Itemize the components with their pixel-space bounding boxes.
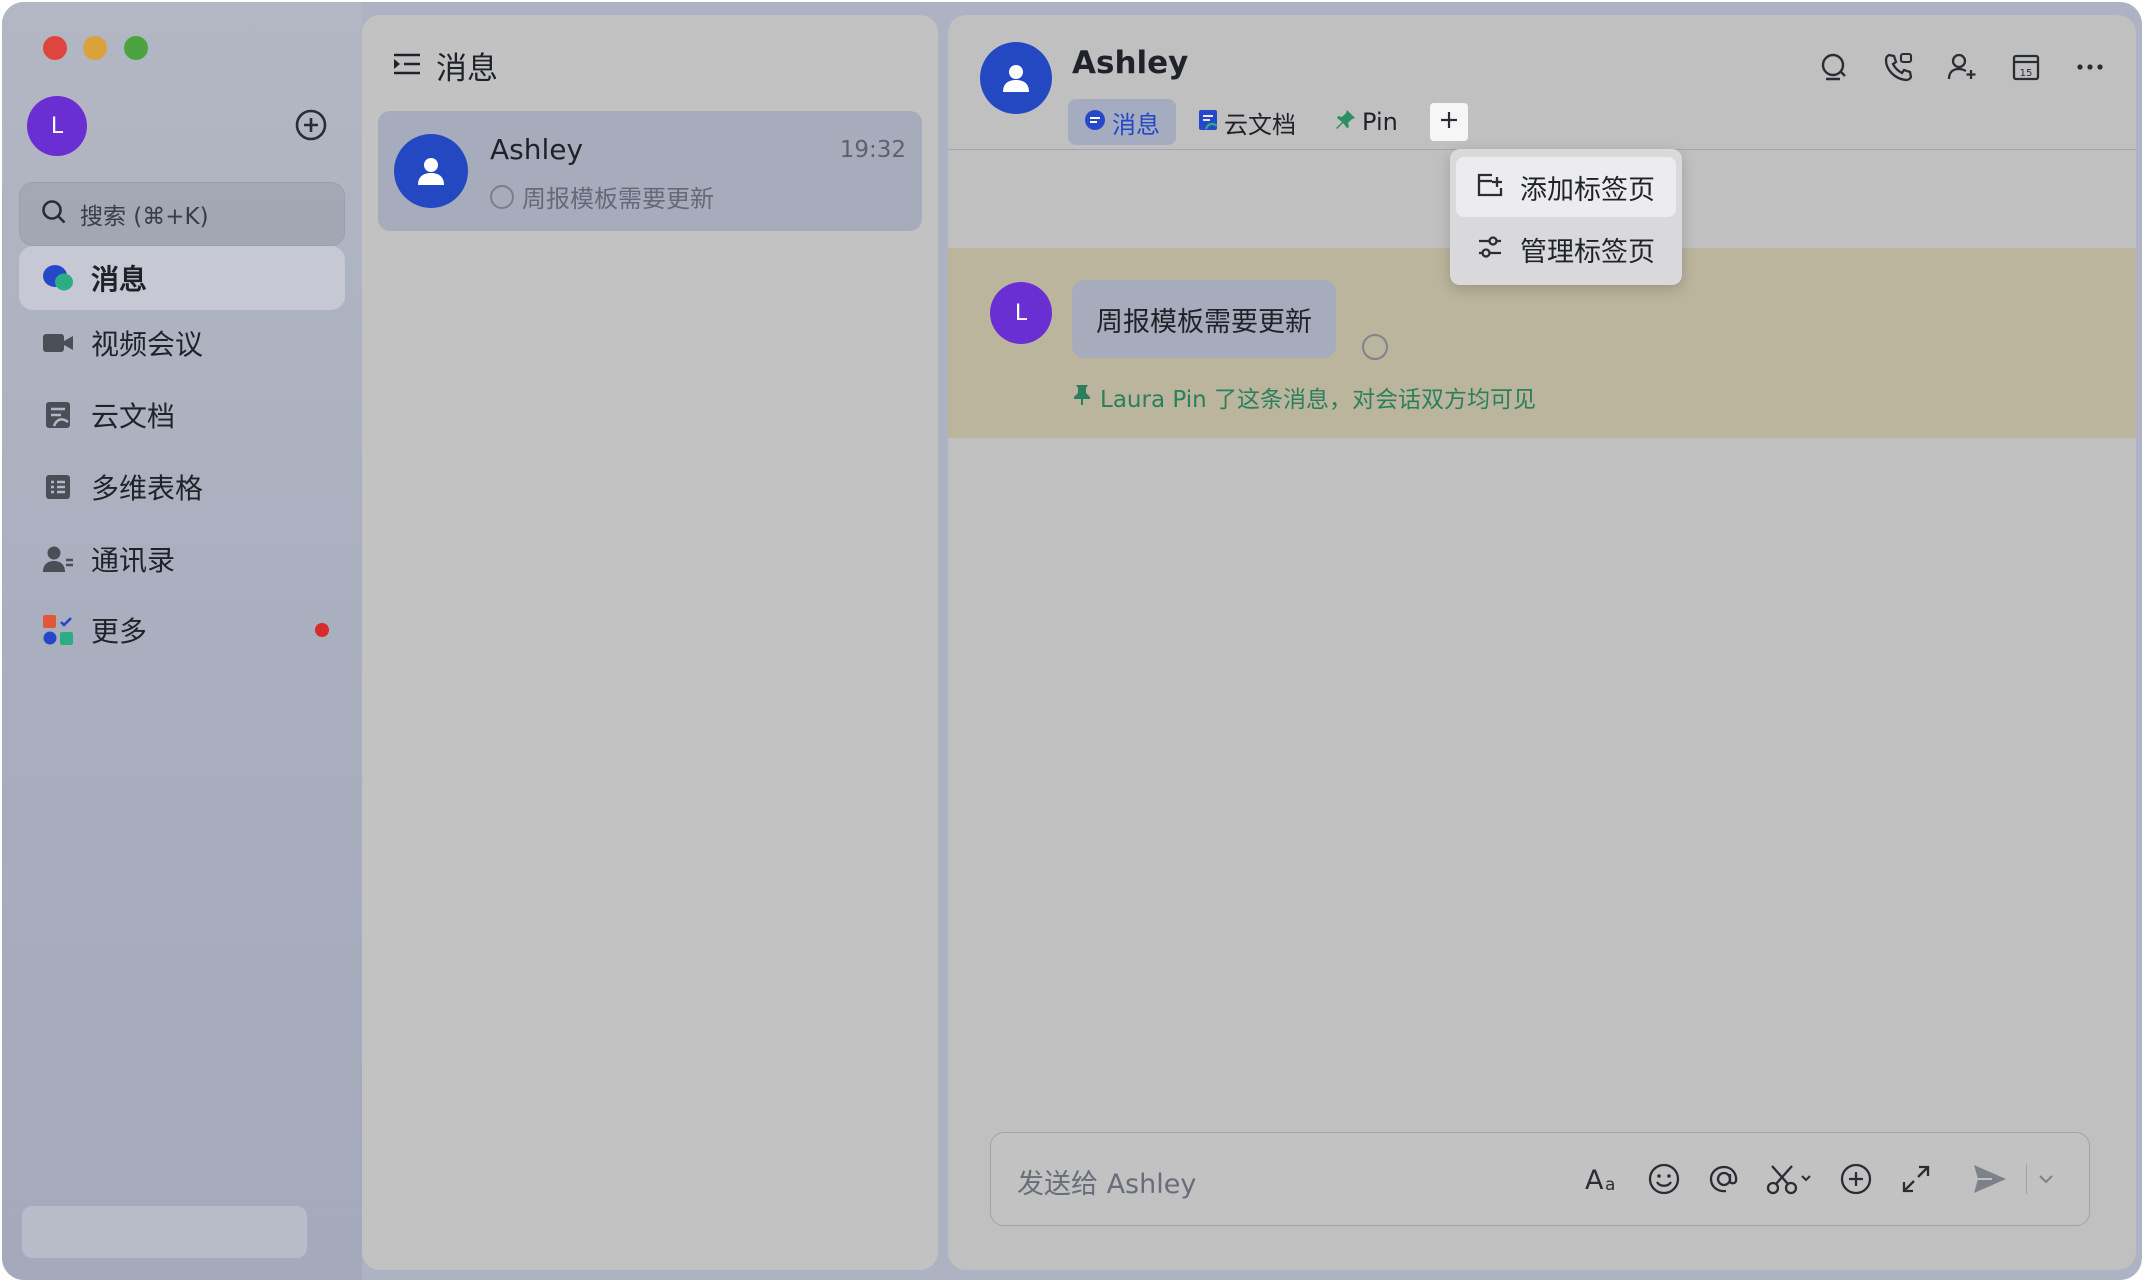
sidebar-item-contacts[interactable]: 通讯录 [19,527,345,591]
plus-icon [1438,109,1460,135]
pin-icon [1334,109,1356,135]
conversation-name: Ashley [490,133,584,166]
chevron-down-icon[interactable] [2033,1157,2059,1201]
list-title: 消息 [436,51,498,87]
pin-notice-text: Laura Pin 了这条消息，对会话双方均可见 [1100,387,1536,413]
video-icon [41,326,75,360]
docs-icon [1198,109,1218,135]
app-window: L 搜索 (⌘+K) 消息 视频会议 云文档 多维表格 通讯录 更多 消息 As… [2,2,2142,1280]
user-avatar[interactable]: L [27,96,87,156]
composer-placeholder: 发送给 Ashley [1017,1169,1197,1200]
notification-dot [315,623,329,637]
sidebar-item-label: 云文档 [91,400,176,433]
more-icon[interactable] [2070,47,2110,87]
search-placeholder: 搜索 (⌘+K) [80,204,209,230]
collapse-list-icon[interactable] [392,51,422,81]
sidebar-item-docs[interactable]: 云文档 [19,383,345,447]
phone-icon[interactable] [1878,47,1918,87]
chat-panel: Ashley 15 消息 云文档 Pin L 周报模板需要更新 Laura Pi… [948,15,2136,1270]
sidebar-item-messages[interactable]: 消息 [19,246,345,310]
add-tab-button[interactable] [1429,103,1468,141]
read-status-icon [1362,334,1388,360]
search-icon[interactable] [1814,47,1854,87]
emoji-icon[interactable] [1642,1157,1686,1201]
text-format-icon[interactable]: Aa [1582,1157,1626,1201]
pin-notice: Laura Pin 了这条消息，对会话双方均可见 [1072,380,1536,414]
tab-label: 消息 [1112,110,1160,139]
conversation-item[interactable]: Ashley 19:32 周报模板需要更新 [378,111,922,231]
sidebar-item-label: 消息 [91,263,148,296]
sidebar-item-label: 更多 [91,615,148,648]
close-window-button[interactable] [43,36,67,60]
add-tab-icon [1476,172,1504,202]
sidebar-item-tables[interactable]: 多维表格 [19,455,345,519]
message-icon [1084,109,1106,135]
plus-icon[interactable] [1834,1157,1878,1201]
message-bubble[interactable]: 周报模板需要更新 [1072,280,1336,358]
chat-header-actions: 15 [1790,47,2110,87]
docs-icon [41,398,75,432]
apps-icon [41,613,75,647]
menu-item-manage-tabs[interactable]: 管理标签页 [1456,219,1676,279]
menu-item-label: 添加标签页 [1520,174,1655,206]
contacts-icon [41,542,75,576]
settings-sliders-icon [1476,234,1504,264]
sidebar-item-label: 通讯录 [91,544,176,577]
message-icon [41,261,75,295]
conversation-preview: 周报模板需要更新 [490,179,714,214]
chat-avatar[interactable] [980,42,1052,114]
blurred-status-area [22,1206,307,1258]
sidebar: L 搜索 (⌘+K) 消息 视频会议 云文档 多维表格 通讯录 更多 [2,2,362,1280]
calendar-day: 15 [2020,68,2033,79]
avatar[interactable]: L [990,282,1052,344]
conversation-list-panel: 消息 Ashley 19:32 周报模板需要更新 [362,15,938,1270]
chat-title[interactable]: Ashley [1072,45,1188,81]
list-header: 消息 [392,43,498,88]
menu-item-add-tab[interactable]: 添加标签页 [1456,157,1676,217]
zoom-window-button[interactable] [124,36,148,60]
tab-label: Pin [1362,108,1398,136]
menu-item-label: 管理标签页 [1520,236,1655,268]
table-icon [41,470,75,504]
search-icon [40,198,68,230]
tab-docs[interactable]: 云文档 [1182,99,1312,145]
send-icon[interactable] [1968,1157,2012,1201]
unread-status-icon [490,184,514,209]
tab-label: 云文档 [1224,110,1296,139]
add-member-icon[interactable] [1942,47,1982,87]
pin-icon [1072,384,1092,410]
tab-pin[interactable]: Pin [1318,99,1414,145]
tab-add-dropdown: 添加标签页 管理标签页 [1450,149,1682,285]
conversation-time: 19:32 [839,137,906,163]
tab-messages[interactable]: 消息 [1068,99,1176,145]
divider [2026,1164,2027,1194]
expand-icon[interactable] [1894,1157,1938,1201]
sidebar-item-label: 多维表格 [91,472,204,505]
search-box[interactable]: 搜索 (⌘+K) [19,182,345,246]
add-icon[interactable] [294,108,328,142]
screenshot-icon[interactable] [1762,1157,1818,1201]
mention-icon[interactable] [1702,1157,1746,1201]
minimize-window-button[interactable] [83,36,107,60]
sidebar-item-more[interactable]: 更多 [19,598,345,662]
message-composer[interactable]: 发送给 Ashley Aa [990,1132,2090,1226]
calendar-icon[interactable]: 15 [2006,47,2046,87]
sidebar-item-label: 视频会议 [91,328,204,361]
svg-text:a: a [1605,1175,1615,1195]
composer-tools: Aa [1566,1157,2059,1201]
avatar [394,134,468,208]
svg-text:A: A [1585,1165,1604,1195]
sidebar-item-video[interactable]: 视频会议 [19,311,345,375]
chat-tabs: 消息 云文档 Pin [1068,99,1468,145]
preview-text: 周报模板需要更新 [522,185,714,213]
